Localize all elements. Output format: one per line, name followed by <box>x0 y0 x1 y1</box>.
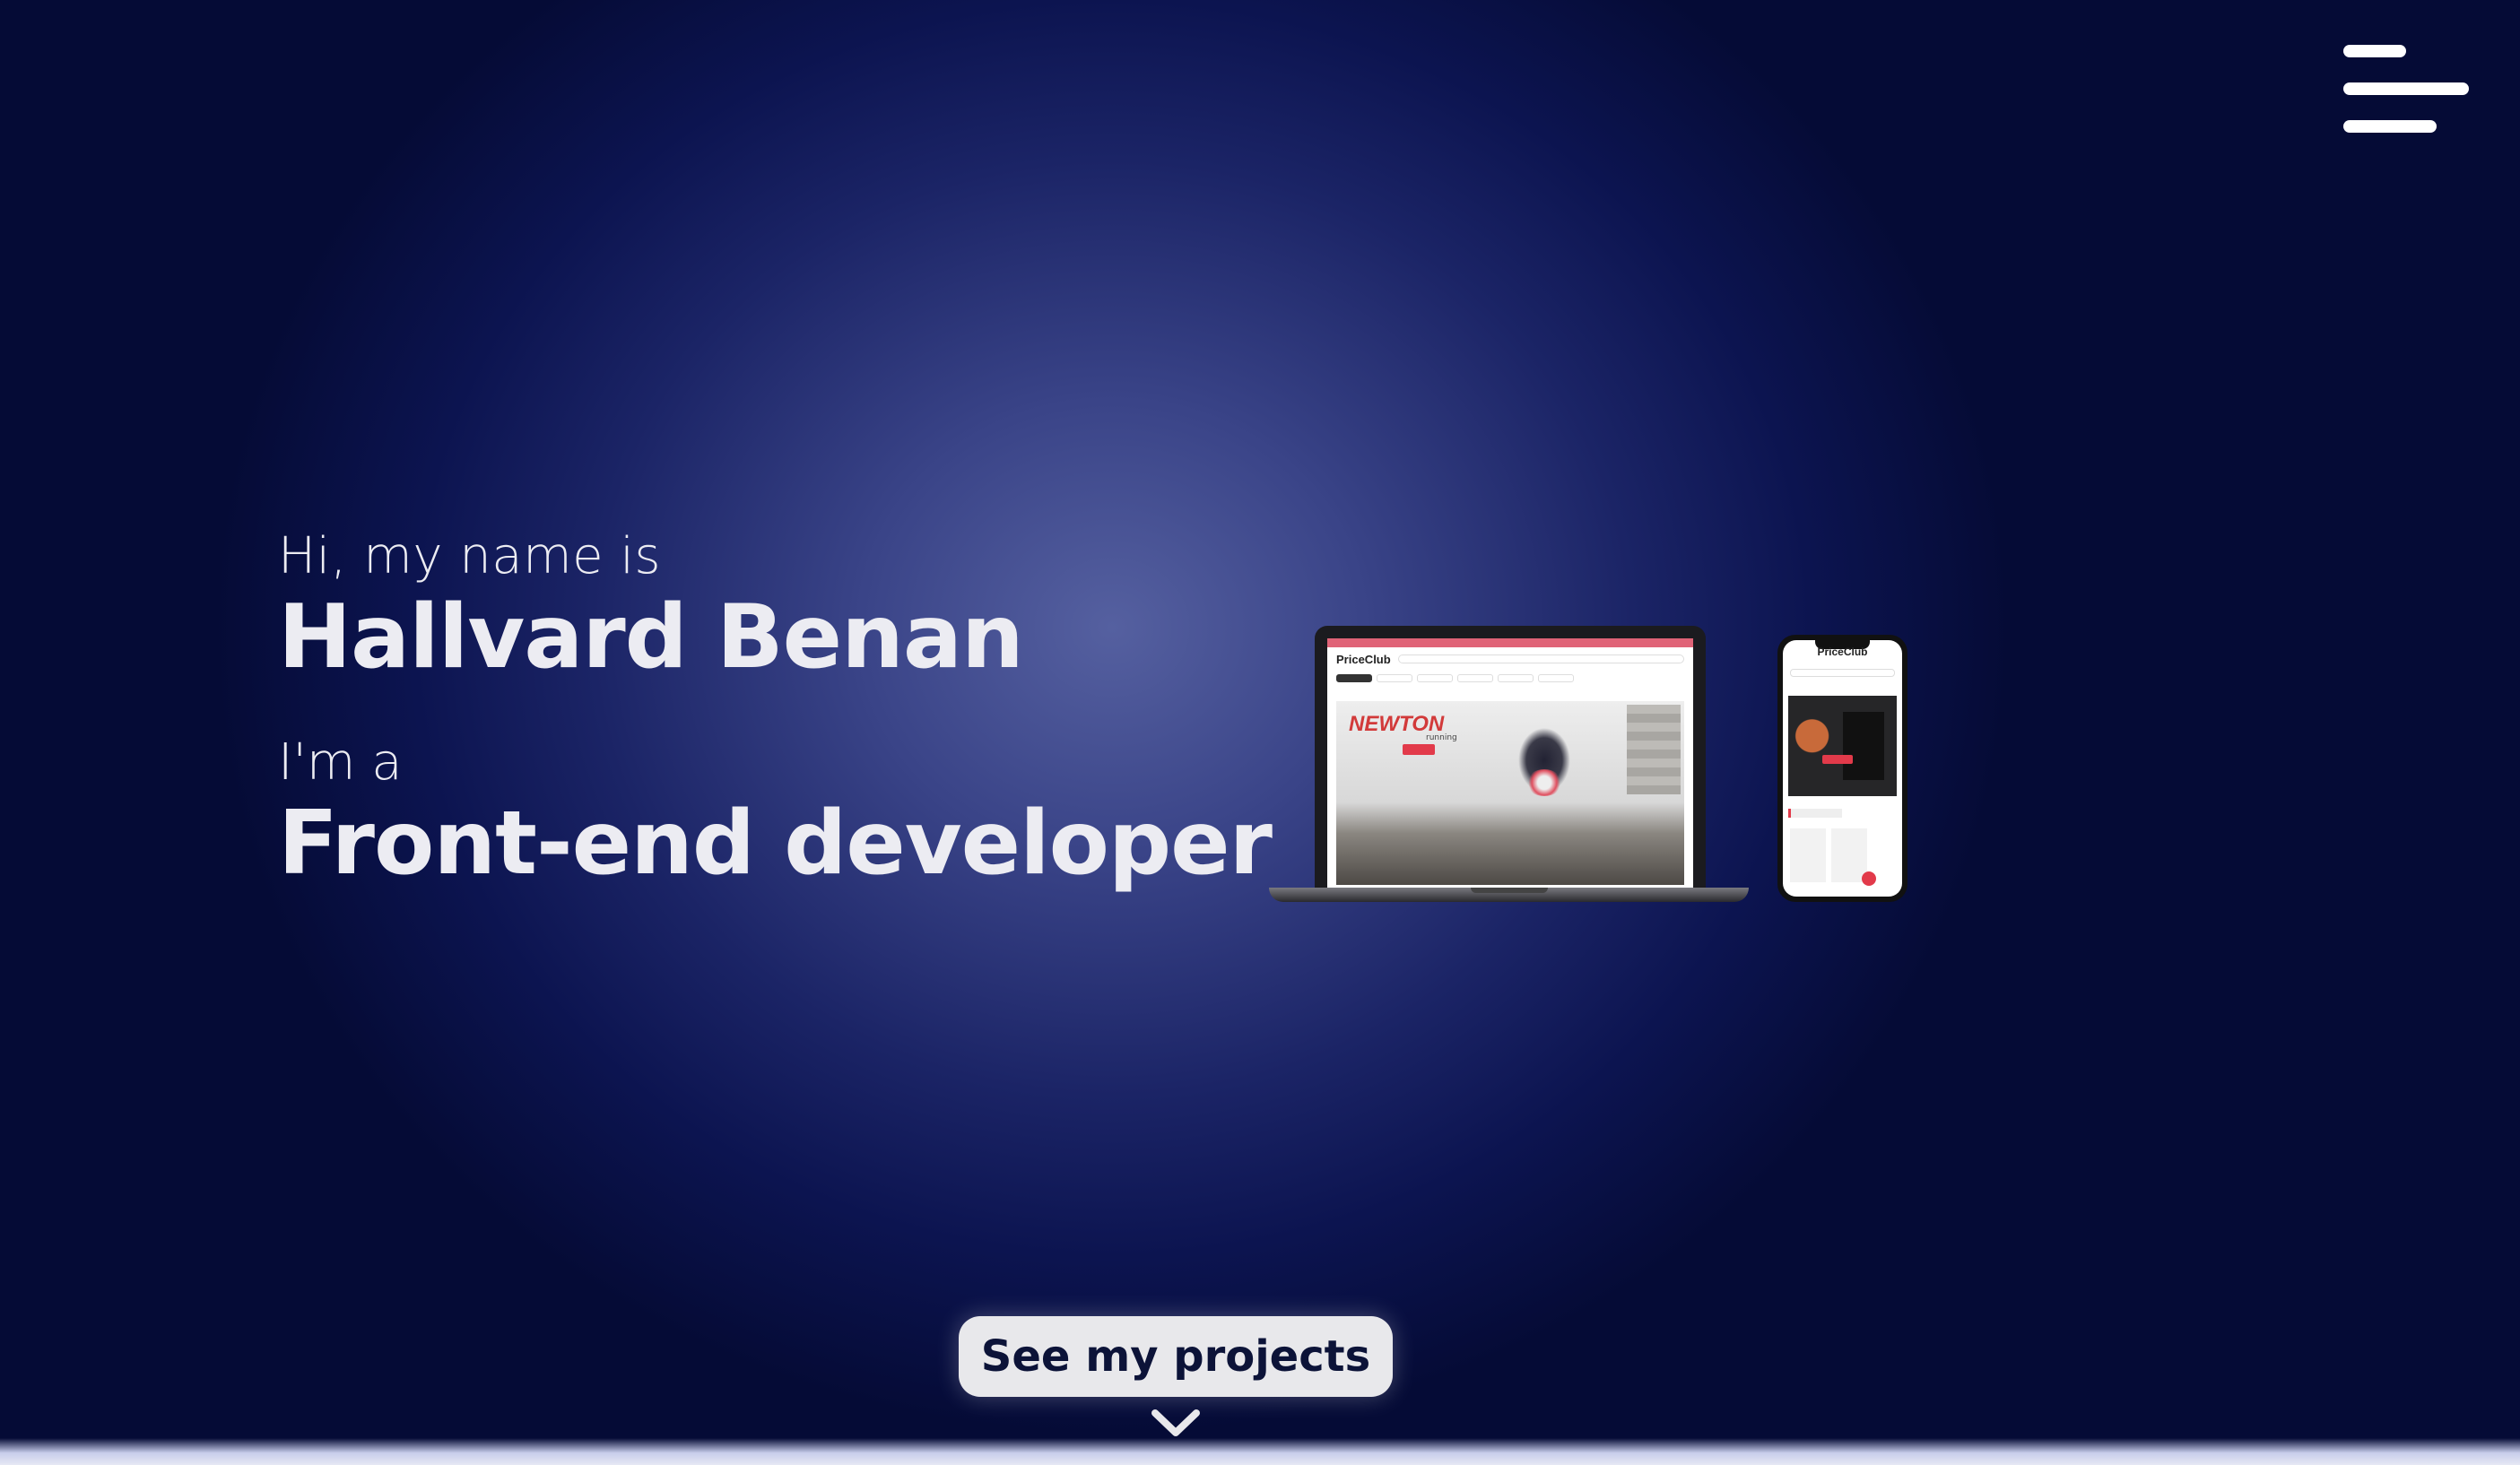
intro: Hi, my name is Hallvard Benan I'm a Fron… <box>278 525 1273 895</box>
site-search-bar <box>1397 654 1684 663</box>
role-heading: Front-end developer <box>278 793 1273 895</box>
laptop-notch <box>1471 888 1548 893</box>
site-promo-bar <box>1327 638 1693 647</box>
phone-banner-image <box>1788 696 1897 796</box>
site-logo: PriceClub <box>1336 652 1391 666</box>
laptop-lid: PriceClub NEWTON running <box>1315 626 1706 890</box>
site-nav-item <box>1336 674 1372 682</box>
see-projects-button[interactable]: See my projects <box>959 1316 1393 1397</box>
phone-cart-button <box>1862 871 1876 886</box>
phone-screen: PriceClub <box>1783 640 1902 897</box>
phone-mockup: PriceClub <box>1777 635 1907 902</box>
menu-line <box>2343 82 2469 95</box>
site-header: PriceClub <box>1327 647 1693 671</box>
menu-line <box>2343 45 2406 57</box>
phone-product-card <box>1790 828 1826 882</box>
laptop-mockup: PriceClub NEWTON running <box>1269 626 1749 906</box>
name-heading: Hallvard Benan <box>278 586 1024 689</box>
section-divider <box>0 1438 2520 1465</box>
site-nav-item <box>1498 674 1534 682</box>
shoe-sole <box>1526 769 1562 796</box>
chevron-down-icon[interactable] <box>1150 1406 1202 1442</box>
phone-search-bar <box>1790 669 1895 677</box>
brand-subtitle: running <box>1426 733 1457 742</box>
site-nav-item <box>1417 674 1453 682</box>
role-prefix-text: I'm a <box>278 733 403 792</box>
menu-line <box>2343 120 2437 133</box>
greeting-text: Hi, my name is <box>278 527 662 585</box>
laptop-screen: PriceClub NEWTON running <box>1327 638 1693 890</box>
hero-wall <box>1627 705 1681 794</box>
speaker-image <box>1843 712 1884 780</box>
site-nav <box>1327 671 1693 686</box>
site-nav-item <box>1457 674 1493 682</box>
hamburger-menu-icon[interactable] <box>2336 39 2471 138</box>
phone-site-logo: PriceClub <box>1817 646 1868 658</box>
phone-product-card <box>1831 828 1867 882</box>
site-nav-item <box>1377 674 1412 682</box>
phone-banner-button <box>1822 755 1853 764</box>
phone-section-heading <box>1788 809 1842 818</box>
site-nav-item <box>1538 674 1574 682</box>
site-hero-image: NEWTON running <box>1336 701 1684 885</box>
hero-shop-button <box>1403 744 1435 755</box>
